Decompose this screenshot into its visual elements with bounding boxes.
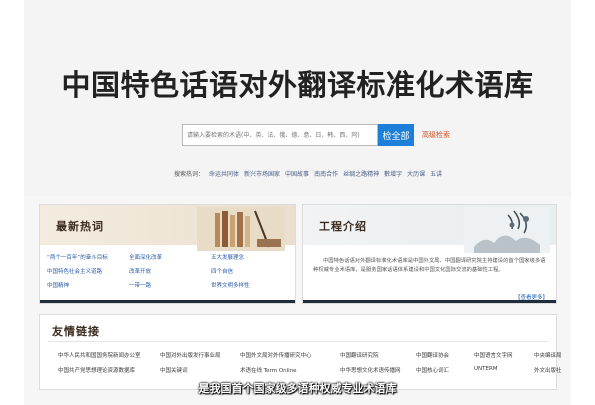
friendly-link[interactable]: 中国翻译研究院 (340, 351, 416, 359)
latest-term-item[interactable]: 四个自信 (211, 267, 291, 275)
site-title: 中国特色话语对外翻译标准化术语库 (61, 68, 534, 102)
project-intro-text: 中国特色话语对外翻译标准化术语库是中国外文局、中国翻译研究院主持建设的首个国家级… (313, 258, 546, 273)
page-frame: 中国特色话语对外翻译标准化术语库 检全部 高级检索 搜索热词： 命运共同体 新兴… (24, 0, 571, 405)
hot-search-term[interactable]: 丝绸之路精神 (343, 169, 379, 178)
latest-terms-title: 最新热词 (56, 220, 104, 233)
friendly-link[interactable]: 术语在线 Term Online (240, 366, 340, 374)
latest-term-item[interactable]: 改革开放 (129, 267, 211, 275)
hot-search-term[interactable]: 命运共同体 (209, 169, 239, 178)
latest-term-item[interactable]: 中国精神 (47, 281, 129, 289)
hot-search-bar: 搜索热词： 命运共同体 新兴市场国家 中国故事 南南合作 丝绸之路精神 數增字 … (174, 169, 442, 178)
project-intro-title: 工程介绍 (319, 220, 367, 233)
latest-term-item[interactable]: 一带一路 (129, 281, 211, 289)
friendly-link[interactable]: 中华人民共和国国务院新闻办公室 (58, 351, 160, 359)
friendly-link[interactable]: 中国语言文字网 (474, 351, 534, 359)
friendly-links-panel: 友情链接 中华人民共和国国务院新闻办公室 中国对外出版发行事业局 中国外文局对外… (39, 314, 562, 390)
friendly-link[interactable]: 中国对外出版发行事业局 (160, 351, 240, 359)
hot-search-term[interactable]: 南南合作 (314, 169, 338, 178)
hot-search-label: 搜索热词： (174, 171, 205, 178)
hot-search-term[interactable]: 新兴市场国家 (244, 169, 280, 178)
hot-search-term[interactable]: 中国故事 (285, 169, 309, 178)
latest-term-item[interactable]: 世界文明多样性 (211, 281, 291, 289)
latest-term-item[interactable]: 全面深化改革 (129, 253, 211, 261)
latest-terms-panel: 最新热词 “两个一百年”的奋斗目标 全面深化改革 五大发展理念 中国特色社会主义… (39, 204, 296, 304)
search-bar: 检全部 高级检索 (182, 124, 450, 146)
panel-bottom-bar (40, 300, 295, 303)
hot-search-term[interactable]: 大历课 (407, 169, 425, 178)
latest-terms-list: “两个一百年”的奋斗目标 全面深化改革 五大发展理念 中国特色社会主义道路 改革… (47, 253, 291, 289)
ink-landscape-illustration (464, 207, 550, 253)
hot-search-term[interactable]: 數增字 (384, 169, 402, 178)
latest-term-item[interactable]: 五大发展理念 (211, 253, 291, 261)
hot-search-term[interactable]: 五讲 (430, 169, 442, 178)
page-margin-left (0, 0, 24, 405)
friendly-link[interactable]: 外文出版社 (534, 366, 584, 374)
project-intro-header: 工程介绍 (303, 205, 556, 253)
friendly-links-title: 友情链接 (52, 325, 100, 338)
video-subtitle-caption: 是我国首个国家级多语种权威专业术语库 (198, 382, 397, 395)
friendly-link[interactable]: 中国核心词汇 (416, 366, 474, 374)
page-margin-right (571, 0, 595, 405)
friendly-link[interactable]: 中国外文局对外传播研究中心 (240, 351, 340, 359)
books-brush-illustration (197, 207, 285, 251)
advanced-search-link[interactable]: 高级检索 (422, 130, 450, 140)
friendly-link[interactable]: 中国关键词 (160, 366, 240, 374)
panel-bottom-bar (303, 300, 556, 303)
friendly-link[interactable]: 中国翻译协会 (416, 351, 474, 359)
divider (48, 341, 548, 342)
search-all-button[interactable]: 检全部 (378, 124, 414, 146)
friendly-links-list: 中华人民共和国国务院新闻办公室 中国对外出版发行事业局 中国外文局对外传播研究中… (58, 351, 584, 374)
friendly-link[interactable]: UNTERM (474, 366, 534, 374)
project-intro-panel: 工程介绍 中国特色话语对外翻译标准化术语库是中国外文局、中国翻译研究院主持建设的… (302, 204, 557, 304)
hero-section: 中国特色话语对外翻译标准化术语库 检全部 高级检索 搜索热词： 命运共同体 新兴… (24, 0, 571, 196)
friendly-link[interactable]: 中国共产党思想理论资源数据库 (58, 366, 160, 374)
latest-term-item[interactable]: 中国特色社会主义道路 (47, 267, 129, 275)
latest-term-item[interactable]: “两个一百年”的奋斗目标 (47, 253, 129, 261)
search-input[interactable] (182, 124, 378, 146)
friendly-link[interactable]: 中央编译局 (534, 351, 584, 359)
friendly-link[interactable]: 中华思想文化术语传播网 (340, 366, 416, 374)
latest-terms-header: 最新热词 (40, 205, 295, 251)
